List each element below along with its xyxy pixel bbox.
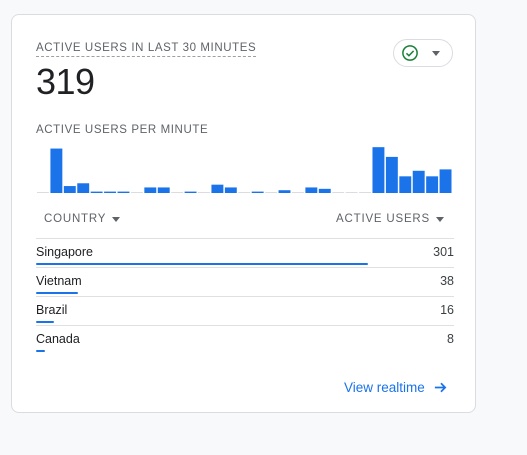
country-name: Singapore	[36, 245, 93, 259]
chart-bar	[77, 183, 90, 193]
metric-title[interactable]: ACTIVE USERS IN LAST 30 MINUTES	[36, 42, 257, 57]
share-bar-track	[36, 321, 454, 323]
chart-bar	[412, 170, 425, 193]
chart-bar	[426, 176, 439, 193]
country-name: Brazil	[36, 303, 68, 317]
chart-bar	[211, 184, 224, 193]
arrow-right-icon	[434, 382, 447, 393]
chart-bar	[130, 192, 143, 193]
country-name: Vietnam	[36, 274, 82, 288]
active-users-column-header[interactable]: ACTIVE USERS	[336, 213, 444, 225]
caret-down-icon	[436, 216, 444, 222]
share-bar-track	[36, 292, 454, 294]
chart-bar	[37, 192, 49, 193]
caret-down-icon	[432, 50, 440, 56]
status-dropdown[interactable]	[393, 39, 453, 67]
country-header-label: COUNTRY	[44, 213, 107, 225]
chart-bar	[345, 192, 358, 193]
chart-bar	[359, 192, 371, 193]
share-bar	[36, 350, 45, 352]
active-users-per-minute-chart	[37, 147, 452, 193]
active-users-header-label: ACTIVE USERS	[336, 213, 430, 225]
chart-bar	[278, 190, 291, 193]
metric-value: 319	[36, 61, 95, 102]
country-column-header[interactable]: COUNTRY	[44, 213, 121, 225]
chart-bar	[198, 192, 210, 193]
chart-bar	[63, 186, 76, 193]
view-realtime-label: View realtime	[344, 380, 425, 395]
active-users-value: 301	[433, 245, 454, 259]
chart-bar	[265, 192, 278, 193]
country-name: Canada	[36, 332, 80, 346]
chart-bar	[399, 176, 412, 193]
chart-title: ACTIVE USERS PER MINUTE	[36, 124, 209, 136]
caret-down-icon	[112, 216, 121, 222]
table-row[interactable]: Brazil 16	[36, 297, 454, 326]
share-bar-track	[36, 350, 454, 352]
chart-bar	[439, 169, 452, 193]
view-realtime-link[interactable]: View realtime	[344, 380, 448, 395]
table-row[interactable]: Vietnam 38	[36, 268, 454, 297]
chart-bar	[171, 192, 184, 193]
chart-bar	[318, 188, 331, 193]
realtime-card: ACTIVE USERS IN LAST 30 MINUTES 319 ACTI…	[11, 14, 476, 413]
country-table: Singapore 301 Vietnam 38 Brazil 16 Canada 8	[36, 239, 454, 355]
active-users-value: 8	[447, 332, 454, 346]
chart-bar	[117, 191, 130, 193]
chart-bar	[224, 187, 237, 193]
chart-bar	[50, 148, 63, 193]
chart-bar	[238, 192, 251, 193]
chart-bar	[184, 191, 197, 193]
share-bar	[36, 321, 54, 323]
chart-bar	[372, 147, 385, 193]
chart-bar	[157, 187, 170, 193]
chart-bar	[291, 192, 304, 193]
active-users-value: 38	[440, 274, 454, 288]
share-bar	[36, 263, 368, 265]
chart-bar	[144, 187, 157, 193]
active-users-value: 16	[440, 303, 454, 317]
table-row[interactable]: Singapore 301	[36, 239, 454, 268]
table-header: COUNTRY ACTIVE USERS	[36, 205, 454, 239]
table-row[interactable]: Canada 8	[36, 326, 454, 355]
chart-bar	[332, 192, 345, 193]
chart-bar	[104, 191, 117, 193]
share-bar-track	[36, 263, 454, 265]
share-bar	[36, 292, 78, 294]
chart-bar	[385, 156, 398, 193]
chart-bar	[305, 187, 318, 193]
check-circle-icon	[402, 45, 418, 61]
chart-bar	[90, 191, 103, 193]
chart-bar	[251, 191, 264, 193]
